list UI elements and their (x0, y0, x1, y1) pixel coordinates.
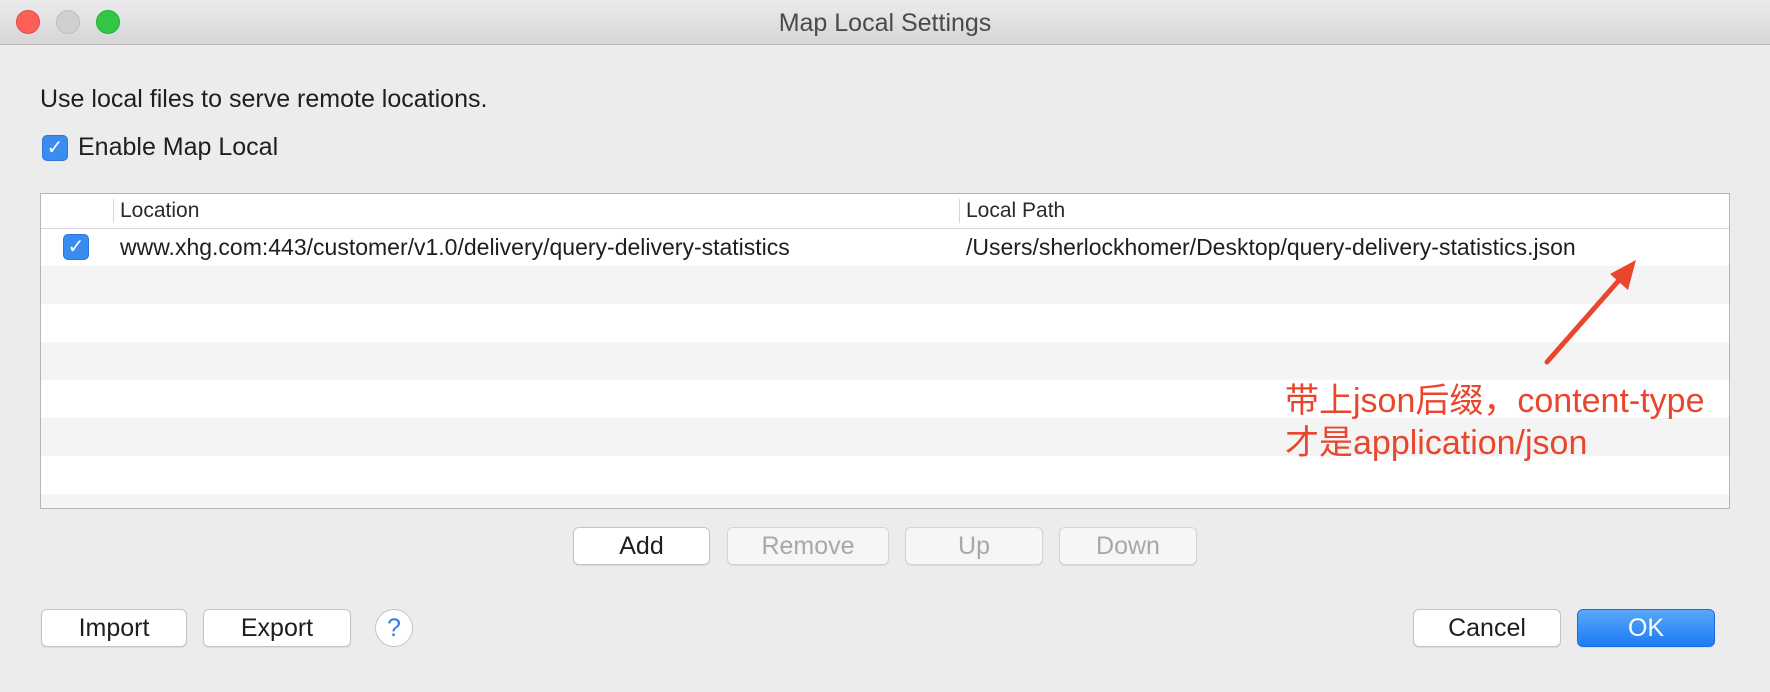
cancel-button[interactable]: Cancel (1413, 609, 1561, 647)
add-button[interactable]: Add (573, 527, 710, 565)
row-local-path: /Users/sherlockhomer/Desktop/query-deliv… (966, 234, 1576, 260)
enable-map-local-checkbox[interactable]: ✓ (42, 134, 68, 161)
enable-map-local-label: Enable Map Local (78, 133, 279, 161)
table-row[interactable]: ✓ www.xhg.com:443/customer/v1.0/delivery… (41, 228, 1729, 266)
row-enabled-checkbox[interactable]: ✓ (63, 234, 89, 260)
export-button[interactable]: Export (203, 609, 351, 647)
row-location: www.xhg.com:443/customer/v1.0/delivery/q… (120, 234, 790, 260)
up-button[interactable]: Up (905, 527, 1043, 565)
empty-row (41, 304, 1729, 342)
down-button[interactable]: Down (1059, 527, 1197, 565)
check-icon: ✓ (46, 136, 64, 159)
annotation-line-1: 带上json后缀，content-type (1285, 382, 1705, 420)
empty-row (41, 342, 1729, 380)
annotation-text: 带上json后缀，content-type 才是application/json (1285, 380, 1705, 464)
annotation-arrow-icon (1544, 260, 1636, 365)
title-bar: Map Local Settings (0, 0, 1770, 45)
column-header-local-path[interactable]: Local Path (966, 199, 1065, 223)
empty-row (41, 266, 1729, 304)
check-icon: ✓ (67, 236, 85, 258)
annotation-line-2: 才是application/json (1285, 424, 1588, 462)
empty-row (41, 494, 1729, 508)
table-header: Location Local Path (41, 194, 1729, 229)
enable-map-local-row[interactable]: ✓ Enable Map Local (42, 133, 278, 162)
column-header-location[interactable]: Location (120, 199, 199, 223)
help-button[interactable]: ? (375, 609, 413, 647)
column-divider[interactable] (959, 199, 960, 223)
help-icon: ? (387, 614, 401, 642)
remove-button[interactable]: Remove (727, 527, 889, 565)
description-text: Use local files to serve remote location… (40, 85, 488, 113)
column-divider[interactable] (113, 199, 114, 223)
ok-button[interactable]: OK (1577, 609, 1715, 647)
import-button[interactable]: Import (41, 609, 187, 647)
window-title: Map Local Settings (778, 9, 992, 37)
